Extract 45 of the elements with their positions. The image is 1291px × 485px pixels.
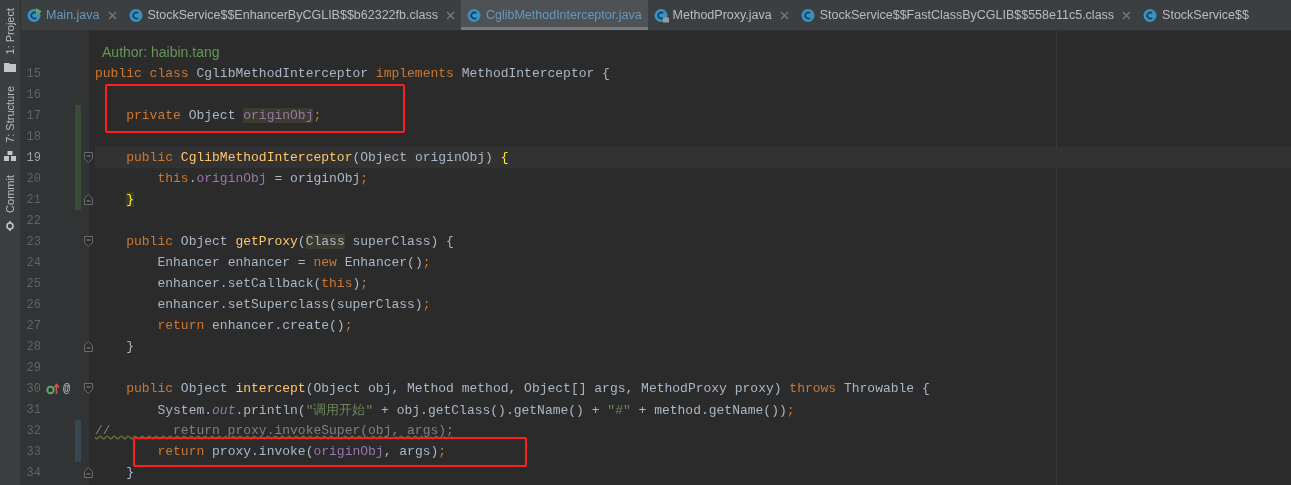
- code-line: enhancer.setSuperclass(superClass);: [156, 297, 431, 312]
- close-icon[interactable]: [779, 10, 789, 20]
- editor-tab[interactable]: StockService$$FastClassByCGLIB$$558e11c5.class: [794, 0, 1138, 30]
- change-marker[interactable]: [75, 420, 81, 441]
- folder-icon[interactable]: [4, 62, 16, 73]
- fold-icon[interactable]: [83, 194, 93, 205]
- editor-tab[interactable]: StockService$$: [1137, 0, 1255, 30]
- fold-icon[interactable]: [83, 152, 93, 163]
- editor-tab[interactable]: StockService$$EnhancerByCGLIB$$b62322fb.class: [122, 0, 461, 30]
- code-line: }: [125, 465, 135, 480]
- code-line: // return proxy.invokeSuper(obj, args);: [95, 423, 454, 438]
- tool-window-button[interactable]: 1: Project: [4, 8, 16, 55]
- change-marker[interactable]: [75, 105, 81, 126]
- code-line: Author: haibin.tang: [101, 44, 220, 61]
- close-icon[interactable]: [445, 10, 455, 20]
- editor-tab[interactable]: Main.java: [21, 0, 123, 30]
- close-icon[interactable]: [1122, 10, 1132, 20]
- line-number: 19: [25, 150, 41, 165]
- code-line: System.out.println("调用开始" + obj.getClass().getName() + "#" + method.getName());: [156, 401, 795, 419]
- fold-icon[interactable]: [83, 236, 93, 247]
- code-line: private Object originObj;: [125, 108, 322, 123]
- change-marker[interactable]: [75, 441, 81, 462]
- fold-icon[interactable]: [83, 383, 93, 394]
- code-line: public class CglibMethodInterceptor implements MethodInterceptor {: [95, 66, 610, 81]
- tool-window-button[interactable]: 7: Structure: [4, 86, 16, 144]
- code-line: return proxy.invoke(originObj, args);: [156, 444, 447, 459]
- code-line: this.originObj = originObj;: [156, 171, 369, 186]
- override-icon[interactable]: [46, 382, 60, 395]
- code-line: public CglibMethodInterceptor(Object originObj) {: [125, 150, 509, 165]
- code-line: Enhancer enhancer = new Enhancer();: [156, 255, 431, 270]
- annotation-marker[interactable]: @: [63, 381, 71, 396]
- structure-icon[interactable]: [4, 151, 16, 162]
- fold-icon[interactable]: [83, 341, 93, 352]
- code-editor[interactable]: [21, 31, 1291, 485]
- tool-window-button[interactable]: Commit: [4, 175, 16, 214]
- code-line: public Object getProxy(Class superClass) {: [125, 234, 454, 249]
- code-line: enhancer.setCallback(this);: [156, 276, 369, 291]
- fold-icon[interactable]: [83, 467, 93, 478]
- editor-tab[interactable]: MethodProxy.java: [647, 0, 795, 30]
- close-icon[interactable]: [107, 10, 117, 20]
- change-marker[interactable]: [75, 189, 81, 210]
- code-line: return enhancer.create();: [156, 318, 353, 333]
- commit-icon[interactable]: [4, 221, 16, 232]
- code-line: public Object intercept(Object obj, Method method, Object[] args, MethodProxy proxy) throws Throwable {: [125, 381, 930, 396]
- code-line: }: [125, 339, 135, 354]
